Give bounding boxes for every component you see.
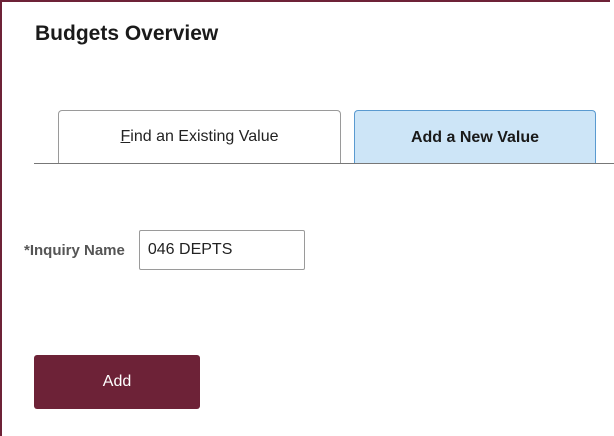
tab-strip: Find an Existing Value Add a New Value bbox=[34, 110, 614, 164]
page-frame: Budgets Overview Find an Existing Value … bbox=[0, 0, 614, 436]
tab-find-label: ind an Existing Value bbox=[130, 128, 279, 145]
inquiry-name-row: *Inquiry Name bbox=[24, 230, 305, 270]
inquiry-name-label: *Inquiry Name bbox=[24, 241, 125, 259]
tab-divider bbox=[34, 163, 614, 164]
tab-find-existing-value[interactable]: Find an Existing Value bbox=[58, 110, 341, 163]
add-button[interactable]: Add bbox=[34, 355, 200, 409]
inquiry-name-input[interactable] bbox=[138, 230, 305, 270]
tab-find-accesskey: F bbox=[120, 128, 131, 145]
page-title: Budgets Overview bbox=[35, 22, 219, 45]
tab-add-new-value[interactable]: Add a New Value bbox=[354, 110, 596, 164]
